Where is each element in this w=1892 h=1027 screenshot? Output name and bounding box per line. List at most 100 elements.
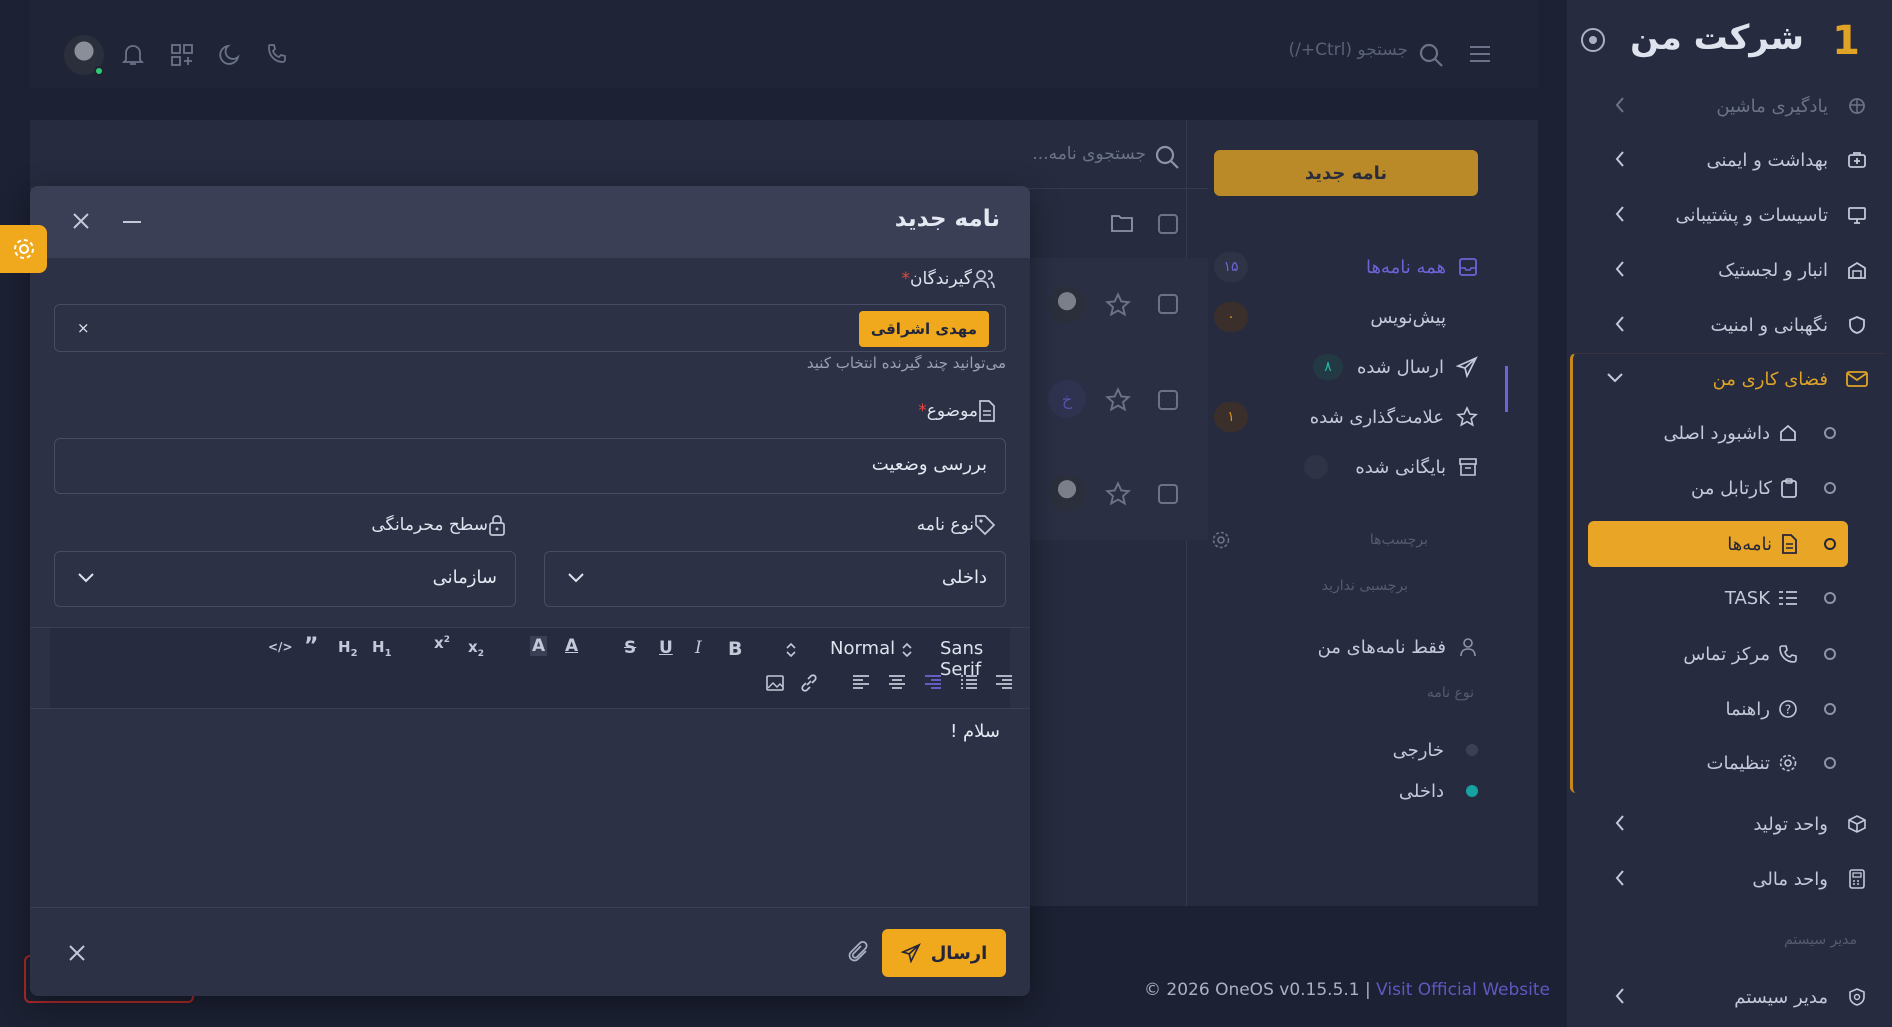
sidebar-sub-settings[interactable]: تنظیمات xyxy=(1596,740,1836,786)
label-settings-icon[interactable] xyxy=(1211,530,1231,550)
sidebar: 1 شرکت من یادگیری ماشین بهداشت و ایمنی ت… xyxy=(1567,0,1892,1027)
search-icon[interactable] xyxy=(1418,42,1444,68)
sidebar-item-security[interactable]: نگهبانی و امنیت xyxy=(1592,304,1872,346)
mail-search-input[interactable]: جستجوی نامه... xyxy=(1018,144,1146,164)
row-checkbox[interactable] xyxy=(1158,484,1178,504)
attachment-icon[interactable] xyxy=(848,940,870,964)
sidebar-sub-task[interactable]: TASK xyxy=(1596,575,1836,621)
sidebar-item-label: واحد تولید xyxy=(1753,813,1828,835)
heading1-button[interactable]: H1 xyxy=(372,638,392,659)
type-value: داخلی xyxy=(941,567,987,588)
customizer-toggle[interactable] xyxy=(0,225,47,273)
search-icon[interactable] xyxy=(1154,144,1180,170)
image-icon[interactable] xyxy=(766,674,784,692)
avatar xyxy=(1048,286,1086,324)
sidebar-item-ml[interactable]: یادگیری ماشین xyxy=(1592,85,1872,127)
sidebar-sub-cartable[interactable]: کارتابل من xyxy=(1596,465,1836,511)
folder-drafts[interactable]: پیش‌نویس ۰ xyxy=(1214,297,1478,337)
sidebar-item-facilities[interactable]: تاسیسات و پشتیبانی xyxy=(1592,194,1872,236)
discard-icon[interactable] xyxy=(68,944,86,962)
folder-archive[interactable]: بایگانی شده xyxy=(1214,447,1478,487)
official-website-link[interactable]: Visit Official Website xyxy=(1376,980,1550,1000)
recipients-field[interactable]: مهدی اشراقی × xyxy=(54,304,1006,352)
list-bullet-icon[interactable] xyxy=(960,674,978,690)
italic-button[interactable]: I xyxy=(695,638,702,658)
strikethrough-button[interactable]: S xyxy=(624,638,636,658)
bullet-icon xyxy=(1824,427,1836,439)
star-icon[interactable] xyxy=(1105,292,1131,318)
sidebar-item-finance[interactable]: واحد مالی xyxy=(1592,858,1872,900)
minimize-icon[interactable] xyxy=(122,220,142,224)
row-checkbox[interactable] xyxy=(1158,294,1178,314)
chevron-left-icon xyxy=(1614,96,1626,114)
row-checkbox[interactable] xyxy=(1158,390,1178,410)
svg-text:?: ? xyxy=(1785,703,1791,717)
type-external[interactable]: خارجی xyxy=(1214,730,1478,770)
top-search-placeholder[interactable]: جستجو (Ctrl+/) xyxy=(1289,40,1408,60)
folder-starred[interactable]: علامت‌گذاری شده ۱ xyxy=(1214,397,1478,437)
folder-icon[interactable] xyxy=(1110,212,1134,234)
font-size-select[interactable]: Normal xyxy=(830,638,895,659)
folder-sent[interactable]: ارسال شده ۸ xyxy=(1214,347,1478,387)
moon-icon[interactable] xyxy=(218,43,242,67)
list-icon xyxy=(1778,589,1798,607)
modal-header: نامه جدید xyxy=(30,186,1030,258)
sidebar-sub-callcenter[interactable]: مرکز تماس xyxy=(1596,631,1836,677)
bold-button[interactable]: B xyxy=(728,638,742,660)
align-left-icon[interactable] xyxy=(852,674,870,690)
code-button[interactable]: </> xyxy=(268,640,293,654)
shield-icon xyxy=(1842,315,1872,335)
sidebar-item-health[interactable]: بهداشت و ایمنی xyxy=(1592,139,1872,181)
new-letter-button[interactable]: نامه جدید xyxy=(1214,150,1478,196)
gear-icon xyxy=(12,237,36,261)
blockquote-button[interactable]: ” xyxy=(304,634,318,659)
select-all-checkbox[interactable] xyxy=(1158,214,1178,234)
bell-icon[interactable] xyxy=(122,43,144,67)
type-internal[interactable]: داخلی xyxy=(1214,771,1478,811)
send-button[interactable]: ارسال xyxy=(882,929,1006,977)
sidebar-item-label: فضای کاری من xyxy=(1712,368,1828,390)
brand-number: 1 xyxy=(1832,18,1860,64)
sidebar-sub-help[interactable]: ? راهنما xyxy=(1596,686,1836,732)
online-status-icon xyxy=(94,66,104,76)
sidebar-item-warehouse[interactable]: انبار و لجستیک xyxy=(1592,249,1872,291)
sidebar-item-admin[interactable]: مدیر سیستم xyxy=(1592,976,1872,1018)
background-color-button[interactable]: A xyxy=(530,636,548,656)
type-select[interactable]: داخلی xyxy=(544,551,1006,607)
menu-icon[interactable] xyxy=(1468,44,1492,64)
sidebar-item-production[interactable]: واحد تولید xyxy=(1592,803,1872,845)
link-icon[interactable] xyxy=(800,674,818,692)
heading2-button[interactable]: H2 xyxy=(338,638,358,659)
superscript-button[interactable]: x2 xyxy=(434,634,450,652)
folder-all[interactable]: همه نامه‌ها ۱۵ xyxy=(1214,247,1478,287)
text-color-button[interactable]: A xyxy=(565,636,578,656)
apps-grid-icon[interactable] xyxy=(170,43,194,67)
sidebar-item-workspace[interactable]: فضای کاری من xyxy=(1592,358,1872,400)
sidebar-sub-letters[interactable]: نامه‌ها xyxy=(1588,521,1848,567)
editor-body[interactable]: سلام ! xyxy=(30,708,1030,908)
align-center-icon[interactable] xyxy=(888,674,906,690)
phone-icon[interactable] xyxy=(266,43,288,65)
subject-field[interactable]: بررسی وضعیت xyxy=(54,438,1006,494)
bullet-icon xyxy=(1824,592,1836,604)
recipients-label-text: گیرندگان xyxy=(909,269,972,289)
align-right-icon[interactable] xyxy=(995,674,1013,690)
recipients-hint: می‌توانید چند گیرنده انتخاب کنید xyxy=(806,354,1006,372)
sidebar-toggle-icon[interactable] xyxy=(1581,28,1605,52)
help-icon: ? xyxy=(1778,699,1798,719)
star-icon[interactable] xyxy=(1105,387,1131,413)
sidebar-sub-dashboard[interactable]: داشبورد اصلی xyxy=(1596,410,1836,456)
recipient-chip[interactable]: مهدی اشراقی xyxy=(858,311,989,347)
subscript-button[interactable]: x2 xyxy=(468,638,484,659)
bullet-icon xyxy=(1824,703,1836,715)
star-icon[interactable] xyxy=(1105,481,1131,507)
privacy-value: سازمانی xyxy=(432,567,497,588)
close-icon[interactable] xyxy=(72,212,90,230)
clear-recipients-icon[interactable]: × xyxy=(77,319,90,337)
align-justify-icon[interactable] xyxy=(924,674,942,690)
filter-only-mine[interactable]: فقط نامه‌های من xyxy=(1214,627,1478,667)
privacy-select[interactable]: سازمانی xyxy=(54,551,516,607)
folder-count-badge: ۱ xyxy=(1214,402,1248,432)
mail-icon xyxy=(1842,370,1872,388)
underline-button[interactable]: U xyxy=(659,638,673,658)
